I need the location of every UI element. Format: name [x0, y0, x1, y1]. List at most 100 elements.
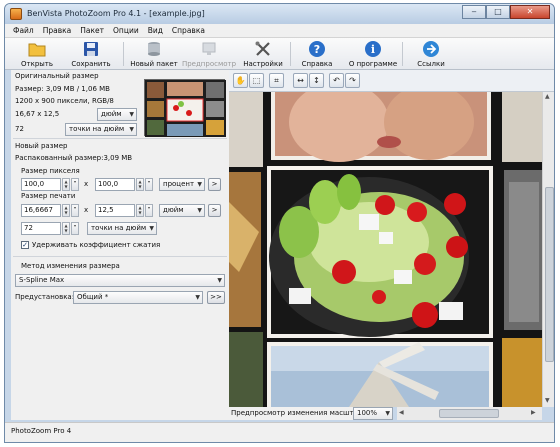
navigator-thumbnail[interactable] — [144, 79, 226, 137]
about-label: О программе — [348, 60, 398, 68]
app-window: BenVista PhotoZoom Pro 4.1 - [example.jp… — [4, 3, 555, 443]
scroll-up-icon[interactable]: ▲ — [545, 93, 550, 100]
menu-help[interactable]: Справка — [172, 26, 205, 35]
print-width-spinner[interactable]: ▲ ▼ — [62, 204, 70, 217]
print-res-unit-value: точки на дюйм — [91, 224, 147, 232]
print-height-spinner[interactable]: ▲ ▼ — [136, 204, 144, 217]
zoom-value: 100% — [357, 409, 378, 417]
pixel-width-input[interactable]: 100,0 — [21, 178, 61, 191]
print-options-button[interactable]: > — [208, 204, 221, 217]
menu-edit[interactable]: Правка — [43, 26, 72, 35]
svg-text:?: ? — [314, 43, 320, 56]
zoom-label: Предпросмотр изменения масштаба: — [231, 409, 369, 417]
maximize-button[interactable]: □ — [486, 5, 510, 19]
pixel-height-spinner[interactable]: ▲ ▼ — [136, 178, 144, 191]
preset-value: Общий * — [77, 293, 109, 301]
keep-ratio-label: Удерживать коэффициент сжатия — [32, 241, 161, 249]
print-width-more-button[interactable]: ▾ — [71, 204, 79, 217]
toolbar-separator — [123, 42, 124, 66]
new-batch-button[interactable]: Новый пакет — [127, 39, 181, 69]
about-button[interactable]: i О программе — [347, 39, 399, 69]
help-button[interactable]: ? Справка — [295, 39, 339, 69]
pixel-width-spinner[interactable]: ▲ ▼ — [62, 178, 70, 191]
original-size-header: Оригинальный размер — [15, 72, 99, 80]
print-resolution-more-button[interactable]: ▾ — [71, 222, 79, 235]
print-resolution-input[interactable]: 72 — [21, 222, 61, 235]
method-value: S-Spline Max — [19, 276, 65, 284]
help-label: Справка — [301, 60, 333, 68]
preset-select[interactable]: Общий * ▼ — [73, 291, 203, 304]
print-resolution-spinner[interactable]: ▲ ▼ — [62, 222, 70, 235]
preview-image — [229, 92, 542, 407]
app-icon — [10, 8, 22, 20]
fit-width-icon[interactable]: ↔ — [293, 73, 308, 88]
pixel-height-more-button[interactable]: ▾ — [145, 178, 153, 191]
save-label: Сохранить — [71, 60, 111, 68]
open-button[interactable]: Открыть — [11, 39, 63, 69]
pixel-width-more-button[interactable]: ▾ — [71, 178, 79, 191]
menu-options[interactable]: Опции — [113, 26, 139, 35]
menu-bar: Файл Правка Пакет Опции Вид Справка — [5, 24, 554, 38]
open-label: Открыть — [21, 60, 53, 68]
rotate-right-icon[interactable]: ↷ — [345, 73, 360, 88]
zoom-select[interactable]: 100% ▼ — [353, 407, 393, 420]
original-unit-value: дюйм — [101, 110, 122, 118]
print-unit-select[interactable]: дюйм ▼ — [159, 204, 205, 217]
chevron-down-icon: ▼ — [129, 111, 134, 118]
original-res-unit-select[interactable]: точки на дюйм ▼ — [65, 123, 137, 136]
divider — [13, 138, 227, 139]
vertical-scroll-thumb[interactable] — [545, 187, 554, 362]
status-bar: PhotoZoom Pro 4 — [5, 422, 554, 442]
main-toolbar: Открыть Сохранить Новый пакет Предпросмо… — [5, 38, 554, 70]
keep-ratio-checkbox[interactable]: ✓ — [21, 241, 29, 249]
minimize-button[interactable]: ‒ — [462, 5, 486, 19]
original-unit-select[interactable]: дюйм ▼ — [97, 108, 137, 121]
tools-icon — [255, 41, 270, 56]
hand-tool-icon[interactable]: ✋ — [233, 73, 248, 88]
print-height-more-button[interactable]: ▾ — [145, 204, 153, 217]
crop-select-icon[interactable]: ⬚ — [249, 73, 264, 88]
scroll-right-icon[interactable]: ▶ — [531, 409, 536, 416]
menu-view[interactable]: Вид — [148, 26, 163, 35]
print-unit-value: дюйм — [163, 206, 184, 214]
chevron-down-icon: ▼ — [385, 410, 390, 417]
method-select[interactable]: S-Spline Max ▼ — [15, 274, 225, 287]
links-label: Ссылки — [417, 60, 445, 68]
pixel-options-button[interactable]: > — [208, 178, 221, 191]
print-height-input[interactable]: 12,5 — [95, 204, 135, 217]
chevron-down-icon: ▼ — [195, 294, 200, 301]
preview-button[interactable]: Предпросмотр — [181, 39, 237, 69]
preset-more-button[interactable]: >> — [207, 291, 225, 304]
print-width-input[interactable]: 16,6667 — [21, 204, 61, 217]
save-button[interactable]: Сохранить — [63, 39, 119, 69]
close-button[interactable]: ✕ — [510, 5, 550, 19]
links-button[interactable]: Ссылки — [409, 39, 453, 69]
original-file-size: Размер: 3,09 MB / 1,06 MB — [15, 85, 110, 93]
original-resolution: 72 — [15, 125, 24, 133]
menu-batch[interactable]: Пакет — [80, 26, 104, 35]
preset-label: Предустановка: — [15, 293, 75, 301]
pixel-height-input[interactable]: 100,0 — [95, 178, 135, 191]
fit-height-icon[interactable]: ↕ — [309, 73, 324, 88]
print-res-unit-select[interactable]: точки на дюйм ▼ — [87, 222, 157, 235]
horizontal-scroll-thumb[interactable] — [439, 409, 499, 418]
menu-file[interactable]: Файл — [13, 26, 34, 35]
settings-button[interactable]: Настройки — [239, 39, 287, 69]
horizontal-scrollbar[interactable]: ◀ ▶ — [397, 407, 542, 420]
toolbar-separator — [290, 42, 291, 66]
svg-text:i: i — [371, 43, 375, 56]
folder-icon — [28, 43, 46, 57]
rotate-left-icon[interactable]: ↶ — [329, 73, 344, 88]
new-size-header: Новый размер — [15, 142, 68, 150]
chevron-down-icon: ▼ — [217, 277, 222, 284]
image-preview[interactable] — [229, 92, 542, 407]
scroll-down-icon[interactable]: ▼ — [545, 397, 550, 404]
original-dimensions: 16,67 x 12,5 — [15, 110, 60, 118]
crop-icon[interactable]: ⌗ — [269, 73, 284, 88]
pixel-unit-select[interactable]: процент ▼ — [159, 178, 205, 191]
settings-label: Настройки — [243, 60, 283, 68]
vertical-scrollbar[interactable]: ▲ ▼ — [542, 92, 554, 407]
unpacked-size: Распакованный размер:3,09 MB — [15, 154, 133, 162]
scroll-left-icon[interactable]: ◀ — [399, 409, 404, 416]
settings-panel: Оригинальный размер Размер: 3,09 MB / 1,… — [11, 70, 229, 420]
